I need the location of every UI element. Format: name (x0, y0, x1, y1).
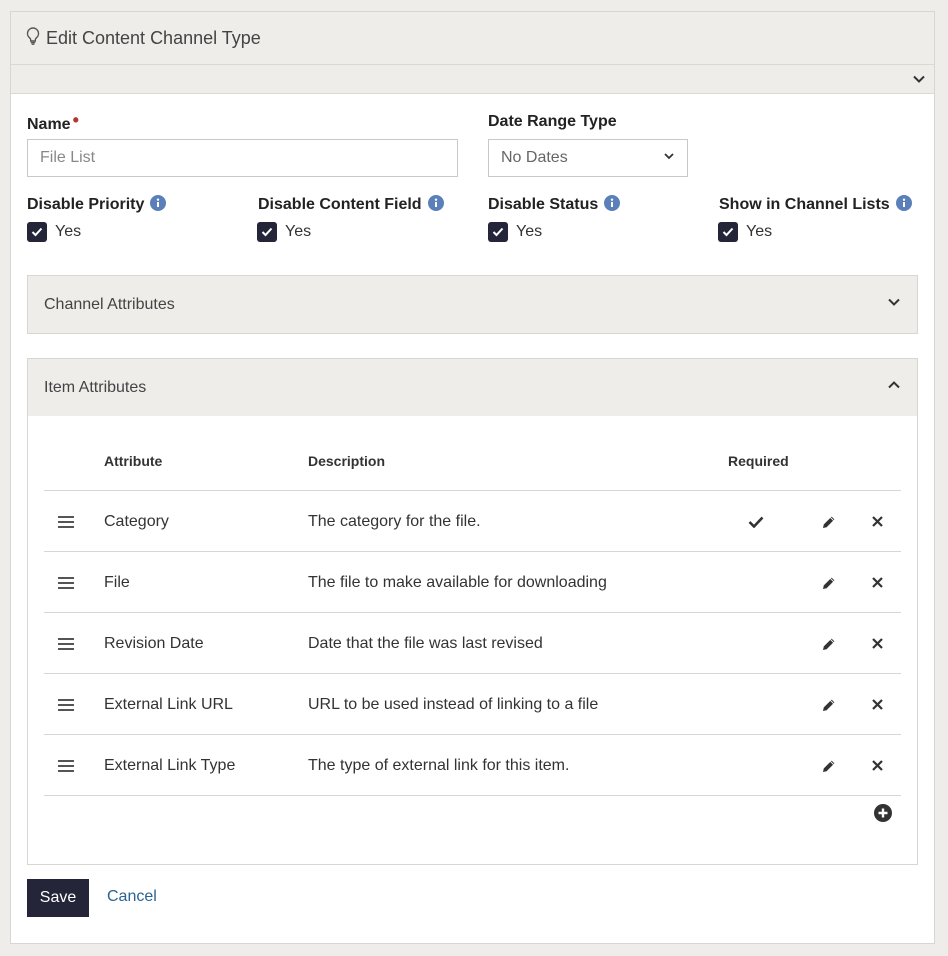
chevron-down-icon (663, 149, 675, 167)
disable-priority-checkbox[interactable]: Yes (27, 222, 81, 242)
required-check-icon (748, 491, 764, 552)
required-indicator: • (72, 110, 79, 130)
delete-x-icon[interactable] (872, 735, 883, 796)
cancel-link[interactable]: Cancel (107, 888, 157, 906)
disable-content-field-label: Disable Content Field (258, 195, 444, 216)
drag-handle-icon[interactable] (58, 735, 74, 796)
edit-pencil-icon[interactable] (822, 552, 836, 613)
info-icon[interactable] (427, 195, 444, 216)
checkbox-label: Yes (285, 223, 312, 240)
delete-x-icon[interactable] (872, 613, 883, 674)
show-in-channel-lists-label: Show in Channel Lists (719, 195, 912, 216)
drag-handle-icon[interactable] (58, 491, 74, 552)
info-icon[interactable] (150, 195, 167, 216)
attribute-name: External Link Type (104, 756, 236, 774)
add-attribute-button[interactable] (874, 804, 892, 827)
disable-content-field-checkbox[interactable]: Yes (257, 222, 311, 242)
edit-pencil-icon[interactable] (822, 674, 836, 735)
date-range-label: Date Range Type (488, 113, 617, 130)
table-row: External Link URL URL to be used instead … (44, 673, 901, 734)
lightbulb-icon (26, 26, 40, 50)
column-header-description: Description (308, 453, 386, 469)
channel-attributes-title: Channel Attributes (44, 295, 175, 313)
channel-attributes-header[interactable]: Channel Attributes (28, 276, 917, 333)
item-attributes-title: Item Attributes (44, 378, 147, 396)
attribute-name: File (104, 573, 130, 591)
checkbox-label: Yes (516, 223, 543, 240)
panel-drawer[interactable] (11, 65, 934, 94)
disable-status-label: Disable Status (488, 195, 621, 216)
name-label: Name • (27, 110, 79, 133)
checkbox-label: Yes (746, 223, 773, 240)
date-range-value: No Dates (501, 149, 568, 166)
info-icon[interactable] (604, 195, 621, 216)
info-icon[interactable] (895, 195, 912, 216)
checkbox-checked-icon[interactable] (27, 222, 47, 242)
attribute-description: The category for the file. (308, 512, 481, 530)
edit-pencil-icon[interactable] (822, 735, 836, 796)
delete-x-icon[interactable] (872, 552, 883, 613)
item-attributes-header[interactable]: Item Attributes (28, 359, 917, 416)
name-input[interactable] (27, 139, 458, 177)
channel-attributes-panel: Channel Attributes (27, 275, 918, 334)
attribute-description: The file to make available for downloadi… (308, 573, 607, 591)
item-attributes-table: Attribute Description Required Category T… (28, 416, 917, 864)
attribute-name: Category (104, 512, 169, 530)
edit-pencil-icon[interactable] (822, 613, 836, 674)
attribute-name: Revision Date (104, 634, 204, 652)
disable-status-checkbox[interactable]: Yes (488, 222, 542, 242)
attribute-description: The type of external link for this item. (308, 756, 570, 774)
attribute-name: External Link URL (104, 695, 233, 713)
drag-handle-icon[interactable] (58, 674, 74, 735)
item-attributes-panel: Item Attributes Attribute Description Re… (27, 358, 918, 865)
page-title: Edit Content Channel Type (46, 27, 261, 48)
attribute-description: Date that the file was last revised (308, 634, 543, 652)
edit-panel: Edit Content Channel Type Name• Date Ran… (10, 11, 935, 944)
table-bottom-border (44, 795, 901, 796)
column-header-attribute: Attribute (104, 453, 163, 469)
delete-x-icon[interactable] (872, 674, 883, 735)
table-row: Revision Date Date that the file was last… (44, 612, 901, 673)
checkbox-checked-icon[interactable] (257, 222, 277, 242)
form-body: Name• Date Range Type No Dates Disable P… (11, 94, 934, 944)
checkbox-label: Yes (55, 223, 82, 240)
chevron-down-icon[interactable] (912, 72, 926, 91)
chevron-up-icon[interactable] (887, 378, 901, 397)
column-header-required: Required (728, 453, 789, 469)
date-range-select[interactable]: No Dates (488, 139, 688, 177)
checkbox-checked-icon[interactable] (488, 222, 508, 242)
show-in-channel-lists-checkbox[interactable]: Yes (718, 222, 772, 242)
disable-priority-label: Disable Priority (27, 195, 167, 216)
table-row: External Link Type The type of external l… (44, 734, 901, 795)
attribute-description: URL to be used instead of linking to a f… (308, 695, 599, 713)
table-row: Category The category for the file. (44, 490, 901, 551)
save-button[interactable]: Save (27, 879, 89, 917)
delete-x-icon[interactable] (872, 491, 883, 552)
panel-header: Edit Content Channel Type (11, 12, 934, 65)
chevron-down-icon[interactable] (887, 295, 901, 314)
table-row: File The file to make available for downl… (44, 551, 901, 612)
drag-handle-icon[interactable] (58, 613, 74, 674)
checkbox-checked-icon[interactable] (718, 222, 738, 242)
drag-handle-icon[interactable] (58, 552, 74, 613)
edit-pencil-icon[interactable] (822, 491, 836, 552)
